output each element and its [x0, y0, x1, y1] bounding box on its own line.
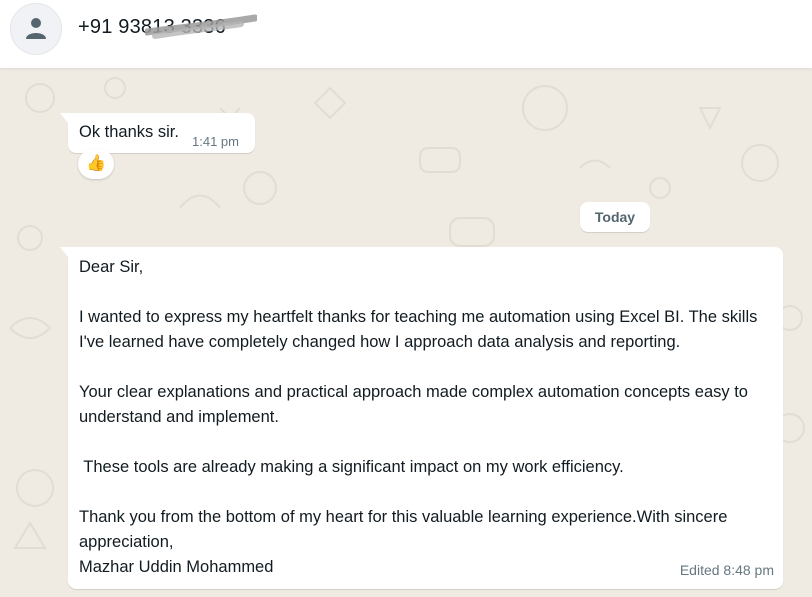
thumbs-up-icon: 👍 — [86, 155, 106, 172]
incoming-message-2[interactable]: Dear Sir, I wanted to express my heartfe… — [60, 247, 783, 589]
chat-area[interactable]: Ok thanks sir. 1:41 pm 👍 Today Dear Sir,… — [0, 68, 812, 597]
reaction-badge[interactable]: 👍 — [78, 149, 114, 179]
message-line: These tools are already making a signifi… — [79, 458, 624, 476]
message-line: Your clear explanations and practical ap… — [79, 383, 748, 426]
message-line: Thank you from the bottom of my heart fo… — [79, 508, 728, 551]
contact-avatar[interactable] — [10, 3, 62, 55]
bubble-tail — [60, 113, 68, 123]
incoming-message-1[interactable]: Ok thanks sir. 1:41 pm — [60, 113, 255, 153]
message-line: Dear Sir, — [79, 258, 144, 276]
message-time: 1:41 pm — [192, 134, 239, 149]
redaction-mark — [145, 14, 257, 39]
bubble-tail — [60, 247, 68, 257]
message-text: Ok thanks sir. — [79, 123, 179, 141]
message-line: I wanted to express my heartfelt thanks … — [79, 308, 758, 351]
chat-header: +91 93813 3336 — [0, 0, 812, 68]
message-text: Dear Sir, I wanted to express my heartfe… — [79, 255, 779, 580]
date-divider: Today — [580, 202, 650, 232]
message-line: Mazhar Uddin Mohammed — [79, 558, 274, 576]
message-time: Edited 8:48 pm — [679, 562, 774, 578]
user-avatar-icon — [26, 18, 46, 39]
